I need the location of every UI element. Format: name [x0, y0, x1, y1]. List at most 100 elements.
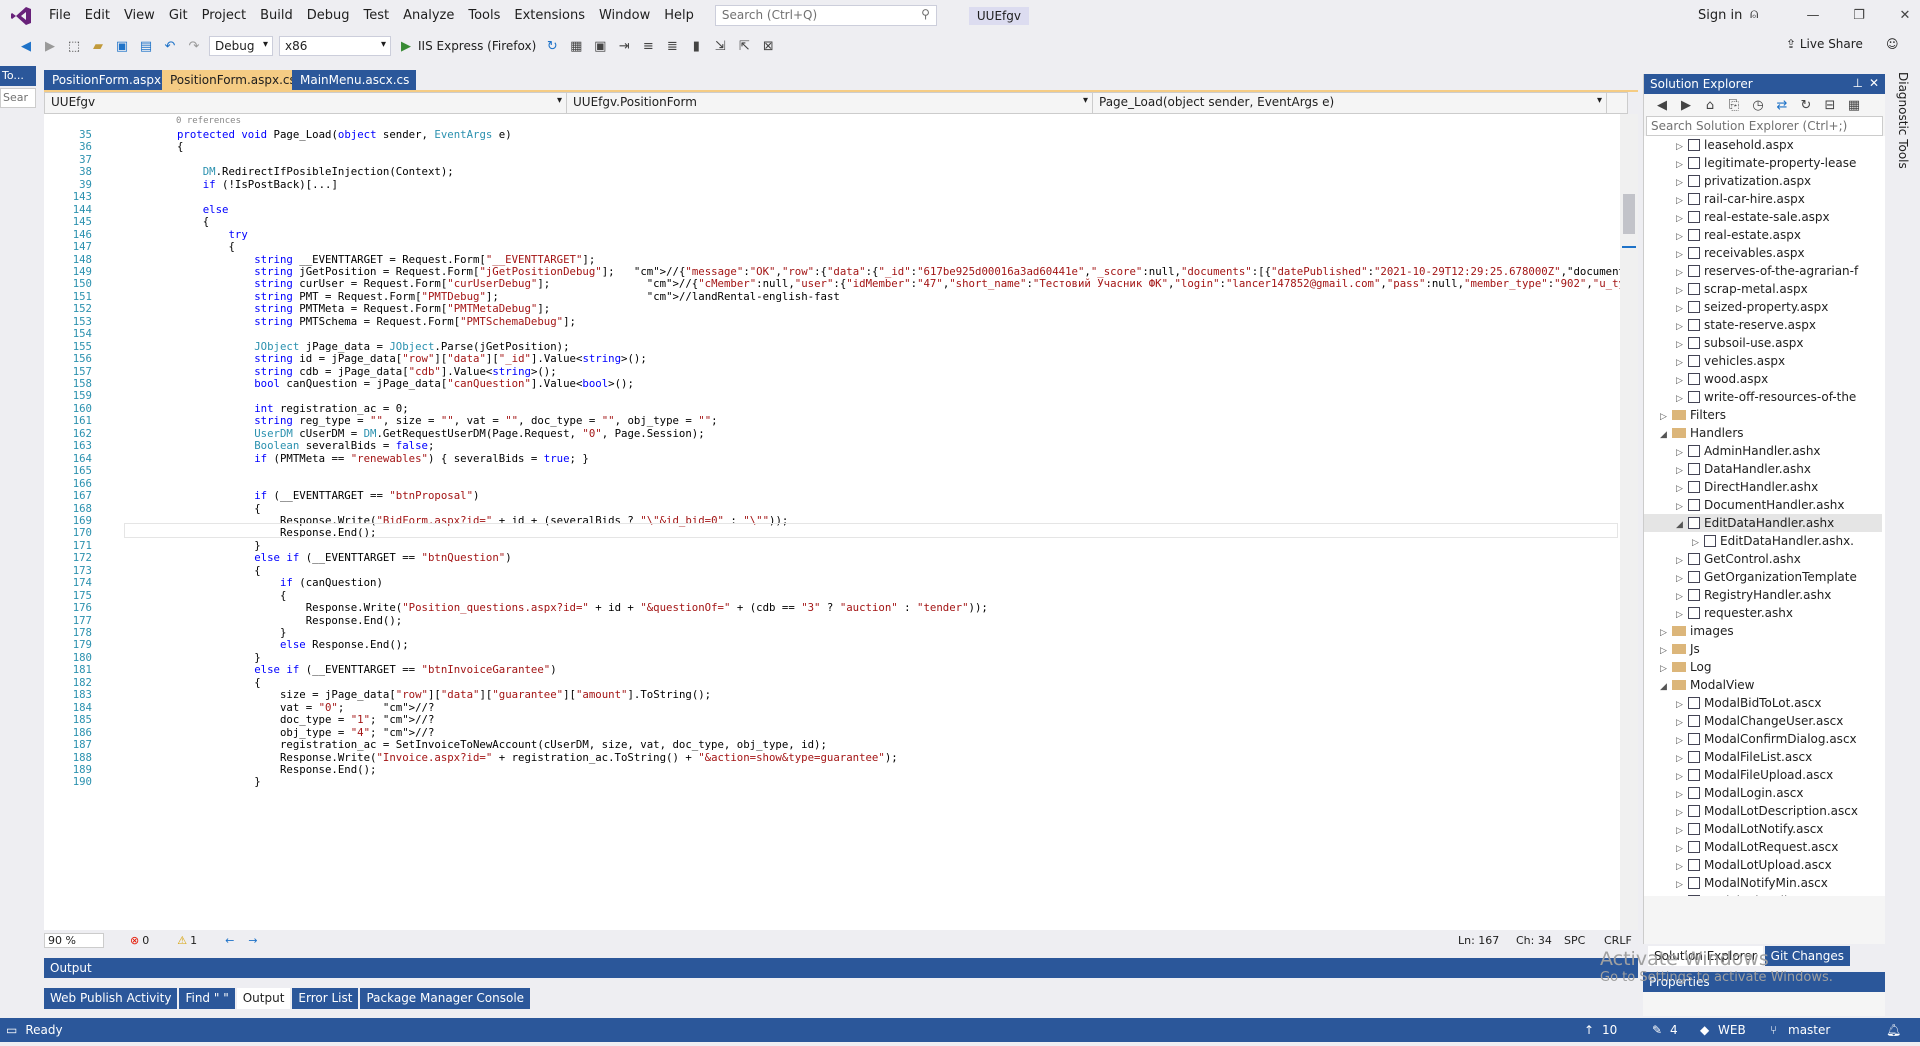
- tree-item[interactable]: ◢ Handlers: [1644, 424, 1882, 442]
- code-line[interactable]: else: [177, 203, 229, 216]
- tree-item[interactable]: ▷ reserves-of-the-agrarian-f: [1644, 262, 1882, 280]
- browser-link-icon[interactable]: ▦: [566, 37, 586, 55]
- code-line[interactable]: string reg_type = "", size = "", vat = "…: [177, 414, 717, 427]
- restore-icon[interactable]: ❐: [1836, 0, 1882, 31]
- expander-icon[interactable]: ▷: [1676, 894, 1688, 896]
- menu-item-tools[interactable]: Tools: [461, 8, 507, 23]
- live-share-button[interactable]: ⇪ Live Share: [1786, 37, 1863, 51]
- tree-item[interactable]: ▷ AdminHandler.ashx: [1644, 442, 1882, 460]
- tree-item[interactable]: ▷ Filters: [1644, 406, 1882, 424]
- code-line[interactable]: {: [177, 589, 286, 602]
- code-line[interactable]: doc_type = "1"; "cm">//?: [177, 713, 434, 726]
- tree-item[interactable]: ▷ real-estate-sale.aspx: [1644, 208, 1882, 226]
- redo-icon[interactable]: ↷: [184, 37, 204, 55]
- menu-item-window[interactable]: Window: [592, 8, 657, 23]
- toolbox-tab[interactable]: To...: [0, 66, 36, 86]
- tree-item[interactable]: ▷ RegistryHandler.ashx: [1644, 586, 1882, 604]
- code-line[interactable]: try: [177, 228, 247, 241]
- tree-item[interactable]: ◢ EditDataHandler.ashx: [1644, 514, 1882, 532]
- code-line[interactable]: string jGetPosition = Request.Form["jGet…: [177, 265, 1620, 278]
- se-forward-icon[interactable]: ▶: [1676, 96, 1696, 114]
- repo-icon[interactable]: ◆: [1700, 1023, 1709, 1037]
- tree-item[interactable]: ▷ ModalFileUpload.ascx: [1644, 766, 1882, 784]
- code-line[interactable]: bool canQuestion = jPage_data["canQuesti…: [177, 377, 634, 390]
- warning-icon[interactable]: ⚠: [177, 934, 187, 947]
- tree-item[interactable]: ▷ images: [1644, 622, 1882, 640]
- code-lens-references[interactable]: 0 references: [176, 116, 241, 126]
- pending-changes-icon[interactable]: ◷: [1748, 96, 1768, 114]
- code-line[interactable]: int registration_ac = 0;: [177, 402, 408, 415]
- code-line[interactable]: {: [177, 140, 183, 153]
- pin-icon[interactable]: ⊥: [1853, 76, 1863, 90]
- tree-item[interactable]: ▷ DirectHandler.ashx: [1644, 478, 1882, 496]
- menu-item-project[interactable]: Project: [195, 8, 253, 23]
- commits-count[interactable]: 10: [1602, 1023, 1617, 1037]
- error-count[interactable]: 0: [142, 934, 149, 947]
- feedback-icon[interactable]: ☺: [1886, 37, 1899, 51]
- nav-forward-icon[interactable]: →: [248, 934, 257, 947]
- menu-item-analyze[interactable]: Analyze: [396, 8, 461, 23]
- code-line[interactable]: registration_ac = SetInvoiceToNewAccount…: [177, 738, 827, 751]
- tree-item[interactable]: ▷ EditDataHandler.ashx.: [1644, 532, 1882, 550]
- tree-item[interactable]: ▷ write-off-resources-of-the: [1644, 388, 1882, 406]
- start-icon[interactable]: ▶: [396, 37, 416, 55]
- editor-vertical-scrollbar[interactable]: [1620, 114, 1638, 930]
- code-editor[interactable]: 0 references 35 protected void Page_Load(…: [44, 114, 1620, 930]
- save-all-icon[interactable]: ▤: [136, 37, 156, 55]
- undo-icon[interactable]: ↶: [160, 37, 180, 55]
- menu-item-view[interactable]: View: [117, 8, 162, 23]
- run-target-button[interactable]: IIS Express (Firefox): [418, 39, 536, 53]
- tree-item[interactable]: ▷ ModalLogin.ascx: [1644, 784, 1882, 802]
- code-line[interactable]: if (!IsPostBack)[...]: [177, 178, 338, 191]
- branch-icon[interactable]: ⑂: [1770, 1023, 1777, 1037]
- menu-item-git[interactable]: Git: [162, 8, 195, 23]
- repo-name[interactable]: WEB: [1718, 1023, 1746, 1037]
- changes-count[interactable]: 4: [1670, 1023, 1678, 1037]
- toolbox-search[interactable]: Sear: [0, 88, 36, 108]
- tree-item[interactable]: ▷ ModalBidToLot.ascx: [1644, 694, 1882, 712]
- platform-select[interactable]: x86: [279, 36, 391, 56]
- tree-item[interactable]: ▷ ModalLotNotify.ascx: [1644, 820, 1882, 838]
- se-back-icon[interactable]: ◀: [1652, 96, 1672, 114]
- tree-item[interactable]: ▷ ModalConfirmDialog.ascx: [1644, 730, 1882, 748]
- code-line[interactable]: UserDM cUserDM = DM.GetRequestUserDM(Pag…: [177, 427, 704, 440]
- warning-count[interactable]: 1: [190, 934, 197, 947]
- collapse-all-icon[interactable]: ⊟: [1820, 96, 1840, 114]
- code-line[interactable]: {: [177, 502, 260, 515]
- back-icon[interactable]: ◀: [16, 37, 36, 55]
- up-arrow-icon[interactable]: ↑: [1584, 1023, 1594, 1037]
- tree-item[interactable]: ▷ ModalSubscribe.ascx: [1644, 892, 1882, 896]
- bookmark-icon[interactable]: ▮: [686, 37, 706, 55]
- code-line[interactable]: JObject jPage_data = JObject.Parse(jGetP…: [177, 340, 569, 353]
- sign-in-link[interactable]: Sign in: [1698, 8, 1742, 23]
- menu-item-test[interactable]: Test: [357, 8, 397, 23]
- configuration-select[interactable]: Debug: [209, 36, 273, 56]
- notification-icon[interactable]: 🔔︎: [1886, 1023, 1901, 1037]
- code-line[interactable]: protected void Page_Load(object sender, …: [177, 128, 512, 141]
- switch-views-icon[interactable]: ⎘: [1724, 96, 1744, 114]
- code-line[interactable]: string PMTSchema = Request.Form["PMTSche…: [177, 315, 576, 328]
- menu-item-help[interactable]: Help: [657, 8, 701, 23]
- bottom-tab-0[interactable]: Web Publish Activity: [44, 988, 178, 1009]
- home-icon[interactable]: ⌂: [1700, 96, 1720, 114]
- tree-item[interactable]: ▷ Js: [1644, 640, 1882, 658]
- code-line[interactable]: else Response.End();: [177, 638, 409, 651]
- tree-item[interactable]: ▷ leasehold.aspx: [1644, 136, 1882, 154]
- prev-bookmark-icon[interactable]: ⇱: [734, 37, 754, 55]
- code-line[interactable]: }: [177, 775, 260, 788]
- sync-icon[interactable]: ⇄: [1772, 96, 1792, 114]
- code-line[interactable]: }: [177, 539, 260, 552]
- tree-item[interactable]: ▷ vehicles.aspx: [1644, 352, 1882, 370]
- close-icon[interactable]: ✕: [1882, 0, 1920, 31]
- code-line[interactable]: }: [177, 651, 260, 664]
- code-line[interactable]: obj_type = "4"; "cm">//?: [177, 726, 434, 739]
- code-line[interactable]: string PMT = Request.Form["PMTDebug"]; "…: [177, 290, 840, 303]
- bottom-tab-3[interactable]: Error List: [292, 988, 359, 1009]
- tree-item[interactable]: ▷ ModalChangeUser.ascx: [1644, 712, 1882, 730]
- branch-name[interactable]: master: [1788, 1023, 1830, 1037]
- pencil-icon[interactable]: ✎: [1652, 1023, 1662, 1037]
- code-line[interactable]: size = jPage_data["row"]["data"]["guaran…: [177, 688, 711, 701]
- code-line[interactable]: string id = jPage_data["row"]["data"]["_…: [177, 352, 647, 365]
- tree-item[interactable]: ▷ DocumentHandler.ashx: [1644, 496, 1882, 514]
- tree-item[interactable]: ▷ requester.ashx: [1644, 604, 1882, 622]
